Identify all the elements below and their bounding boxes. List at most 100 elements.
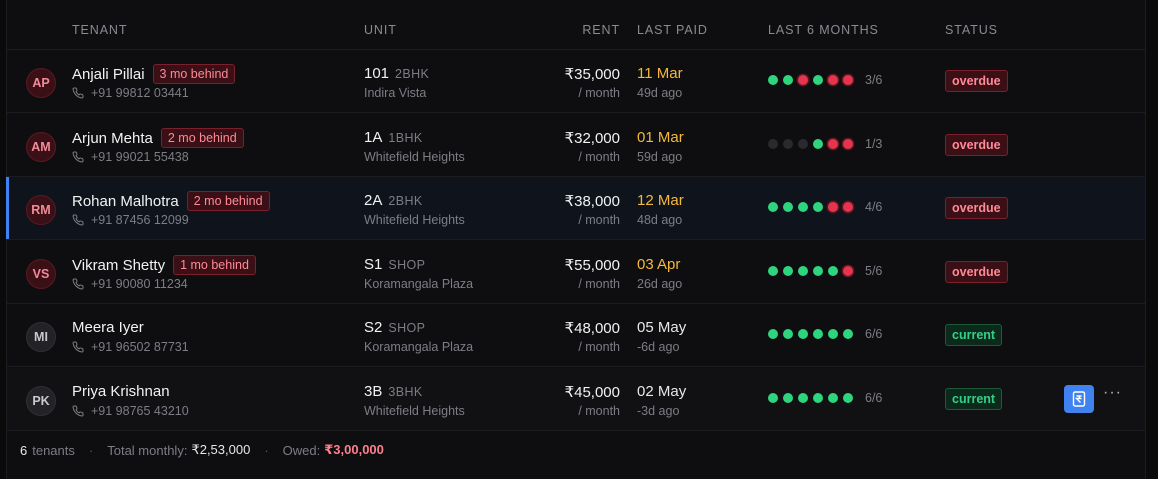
rent-period: / month	[578, 86, 620, 100]
property-name: Koramangala Plaza	[364, 340, 474, 354]
property-name: Whitefield Heights	[364, 403, 465, 418]
month-dot	[843, 329, 853, 339]
payment-history	[768, 329, 858, 339]
status-badge: current	[945, 387, 1003, 410]
phone-icon	[72, 404, 91, 417]
rent-amount: ₹32,000	[564, 129, 620, 147]
rent-period: / month	[578, 276, 620, 291]
month-dot	[843, 202, 853, 212]
behind-badge: 3 mo behind	[152, 64, 236, 84]
rent-amount: ₹45,000	[564, 383, 620, 401]
footer-separator: ·	[264, 442, 269, 458]
last-paid-date: 01 Mar	[637, 128, 684, 146]
total-monthly-value: ₹2,53,000	[191, 442, 251, 457]
last-paid-date: 05 May	[637, 319, 687, 336]
tenant-count-label: tenants	[32, 442, 75, 458]
tenant-name-text: Meera Iyer	[72, 319, 144, 336]
last-paid-date: 02 May	[637, 382, 687, 400]
unit-code: 3B	[364, 382, 383, 400]
tenant-name: Rohan Malhotra 2 mo behind	[72, 191, 270, 212]
tenants-table: TENANT UNIT RENT LAST PAID LAST 6 MONTHS…	[6, 0, 1146, 479]
month-dot	[828, 138, 838, 149]
payment-history	[768, 138, 858, 149]
tenant-name-text: Priya Krishnan	[72, 382, 170, 400]
header-status[interactable]: STATUS	[945, 23, 998, 37]
unit-code: 101	[364, 65, 390, 82]
month-dot	[828, 329, 838, 339]
last-paid-date: 03 Apr	[637, 255, 681, 273]
month-dot	[828, 265, 838, 276]
month-dot	[768, 329, 778, 339]
unit-number: 2A 2BHK	[364, 192, 423, 209]
avatar: PK	[26, 385, 56, 416]
payment-count: 6/6	[865, 390, 883, 405]
property-name: Koramangala Plaza	[364, 276, 474, 291]
tenant-phone: +91 96502 87731	[72, 340, 189, 354]
header-unit[interactable]: UNIT	[364, 23, 397, 37]
month-dot	[798, 392, 808, 403]
month-dot	[843, 265, 853, 276]
record-payment-button[interactable]	[1064, 384, 1094, 413]
last-paid-ago: -6d ago	[637, 340, 680, 354]
more-options-button[interactable]: ···	[1103, 384, 1122, 402]
total-monthly-label: Total monthly:	[107, 442, 188, 458]
tenant-name: Vikram Shetty 1 mo behind	[72, 254, 256, 276]
unit-code: 1A	[364, 128, 383, 146]
payment-count: 1/3	[865, 136, 883, 151]
month-dot	[783, 202, 793, 212]
table-row[interactable]: AP Anjali Pillai 3 mo behind +91 99812 03…	[7, 50, 1145, 113]
table-header: TENANT UNIT RENT LAST PAID LAST 6 MONTHS…	[7, 11, 1145, 50]
avatar: RM	[26, 195, 56, 225]
table-row[interactable]: VS Vikram Shetty 1 mo behind +91 90080 11…	[7, 241, 1145, 304]
header-rent[interactable]: RENT	[582, 23, 620, 37]
last-paid-date: 11 Mar	[637, 65, 683, 82]
month-dot	[843, 138, 853, 149]
behind-badge: 2 mo behind	[186, 191, 270, 211]
tenant-phone: +91 87456 12099	[72, 213, 189, 227]
table-row[interactable]: MI Meera Iyer +91 96502 87731 S2 SHOP Kor…	[7, 304, 1145, 367]
table-footer: 6 tenants · Total monthly: ₹2,53,000 · O…	[20, 442, 384, 458]
month-dot	[828, 392, 838, 403]
rent-amount: ₹55,000	[564, 256, 620, 274]
rent-period: / month	[578, 403, 620, 418]
last-paid-ago: -3d ago	[637, 403, 680, 418]
unit-number: S1 SHOP	[364, 256, 425, 273]
month-dot	[783, 138, 793, 149]
month-dot	[813, 392, 823, 403]
phone-number: +91 99021 55438	[91, 149, 189, 164]
phone-icon	[72, 277, 91, 290]
unit-type: 2BHK	[388, 194, 423, 208]
month-dot	[813, 75, 823, 85]
phone-icon	[72, 214, 91, 226]
header-last-6-months[interactable]: LAST 6 MONTHS	[768, 23, 879, 37]
table-row[interactable]: PK Priya Krishnan +91 98765 43210 3B 3BHK…	[7, 367, 1145, 431]
rent-amount: ₹38,000	[564, 193, 620, 210]
phone-number: +91 99812 03441	[91, 86, 189, 100]
payment-history	[768, 265, 858, 276]
month-dot	[783, 329, 793, 339]
payment-history	[768, 202, 858, 212]
table-row[interactable]: RM Rohan Malhotra 2 mo behind +91 87456 1…	[6, 177, 1145, 240]
month-dot	[813, 202, 823, 212]
tenant-name-text: Rohan Malhotra	[72, 193, 179, 210]
tenant-name-text: Arjun Mehta	[72, 129, 153, 147]
month-dot	[843, 75, 853, 85]
header-tenant[interactable]: TENANT	[72, 23, 127, 37]
last-paid-ago: 48d ago	[637, 213, 683, 227]
property-name: Whitefield Heights	[364, 149, 465, 164]
header-last-paid[interactable]: LAST PAID	[637, 23, 708, 37]
behind-badge: 1 mo behind	[173, 254, 256, 275]
month-dot	[783, 265, 793, 276]
property-name: Indira Vista	[364, 86, 427, 100]
month-dot	[813, 265, 823, 276]
table-row[interactable]: AM Arjun Mehta 2 mo behind +91 99021 5543…	[7, 114, 1145, 177]
unit-type: 2BHK	[395, 67, 430, 81]
rent-amount: ₹48,000	[564, 320, 620, 337]
unit-code: S1	[364, 255, 383, 273]
owed-value: ₹3,00,000	[324, 442, 384, 457]
month-dot	[828, 202, 838, 212]
unit-code: 2A	[364, 192, 383, 209]
unit-code: S2	[364, 319, 383, 336]
month-dot	[843, 392, 853, 403]
payment-history	[768, 392, 858, 403]
